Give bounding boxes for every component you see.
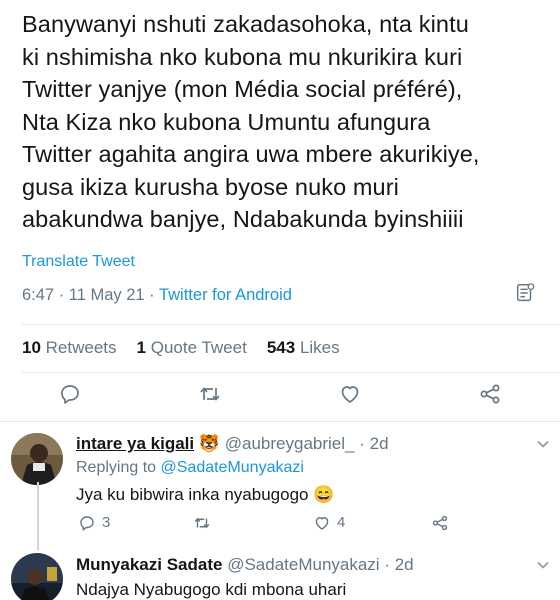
likes-label: Likes: [299, 338, 340, 357]
avatar[interactable]: [11, 553, 63, 600]
reply-header: intare ya kigali 🐯 @aubreygabriel_ · 2d: [76, 434, 389, 454]
tiger-emoji: 🐯: [198, 434, 221, 453]
likes-stat[interactable]: 543 Likes: [267, 338, 340, 357]
replying-to: Replying to @SadateMunyakazi: [76, 459, 304, 477]
analytics-icon[interactable]: [514, 282, 536, 304]
replying-prefix: Replying to: [76, 459, 161, 476]
reply-icon[interactable]: [58, 382, 82, 406]
tweet-text-line: ki nshimisha nko kubona mu nkurikira kur…: [22, 43, 463, 70]
reply-text: Jya ku bibwira inka nyabugogo 😄: [76, 485, 335, 504]
chevron-down-icon[interactable]: [536, 558, 550, 572]
reply-count: 3: [102, 514, 111, 531]
tweet-text-line: gusa ikiza kurusha byose nuko muri: [22, 173, 399, 200]
retweet-icon[interactable]: [198, 382, 222, 406]
reply-author-name[interactable]: Munyakazi Sadate: [76, 555, 222, 574]
retweet-icon[interactable]: [193, 514, 211, 532]
tweet-text-line: Twitter yanjye (mon Média social préféré…: [22, 76, 463, 102]
retweets-count: 10: [22, 338, 41, 357]
tweet-stats: 10 Retweets 1 Quote Tweet 543 Likes: [22, 338, 340, 358]
thread-line: [37, 482, 39, 550]
like-count: 4: [337, 514, 346, 531]
avatar[interactable]: [11, 433, 63, 485]
tweet-meta: 6:47 · 11 May 21 · Twitter for Android: [22, 286, 292, 305]
share-icon[interactable]: [431, 514, 449, 532]
tweet-action-bar: [0, 382, 560, 412]
tweet-text: Banywanyi nshuti zakadasohoka, nta kintu…: [22, 8, 552, 236]
reply-handle[interactable]: @aubreygabriel_: [225, 434, 355, 453]
likes-count: 543: [266, 338, 296, 357]
tweet-text-line: Banywanyi nshuti zakadasohoka, nta kintu: [22, 11, 469, 37]
like-icon[interactable]: [338, 382, 362, 406]
reply-age: · 2d: [359, 434, 389, 453]
tweet-text-line: Nta Kiza nko kubona Umuntu afungura: [22, 108, 431, 135]
retweets-label: Retweets: [45, 338, 117, 357]
replying-mention[interactable]: @SadateMunyakazi: [161, 459, 304, 476]
quotes-count: 1: [136, 338, 146, 357]
reply-age: · 2d: [384, 555, 414, 574]
quotes-stat[interactable]: 1 Quote Tweet: [137, 338, 247, 357]
tweet-timestamp: 6:47 · 11 May 21 ·: [22, 286, 159, 304]
tweet-text-line: abakundwa banjye, Ndabakunda byinshiiii: [22, 206, 464, 232]
reply-author-name[interactable]: intare ya kigali: [76, 434, 194, 453]
retweets-stat[interactable]: 10 Retweets: [22, 338, 117, 357]
reply-handle[interactable]: @SadateMunyakazi: [227, 555, 379, 574]
quotes-label: Quote Tweet: [150, 338, 247, 357]
divider: [0, 421, 560, 422]
divider: [22, 372, 560, 373]
reply-icon[interactable]: [78, 514, 96, 532]
divider: [22, 324, 560, 325]
chevron-down-icon[interactable]: [536, 437, 550, 451]
tweet-source-link[interactable]: Twitter for Android: [159, 286, 292, 304]
translate-tweet-link[interactable]: Translate Tweet: [22, 253, 135, 271]
reply-text: Ndajya Nyabugogo kdi mbona uhari: [76, 580, 347, 599]
reply-header: Munyakazi Sadate @SadateMunyakazi · 2d: [76, 555, 414, 575]
tweet-text-line: Twitter agahita angira uwa mbere akuriki…: [22, 141, 480, 167]
share-icon[interactable]: [478, 382, 502, 406]
like-icon[interactable]: [313, 514, 331, 532]
